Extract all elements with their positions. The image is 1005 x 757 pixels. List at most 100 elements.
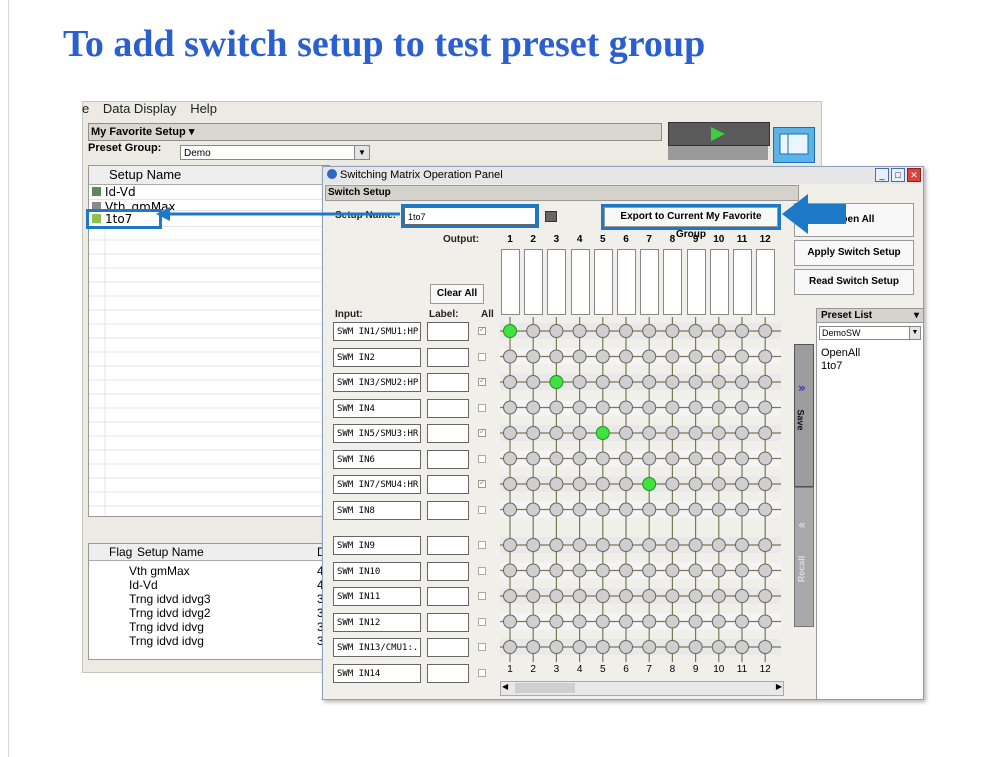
switch-node[interactable] bbox=[595, 375, 610, 389]
all-checkbox[interactable] bbox=[478, 403, 486, 412]
switch-node[interactable] bbox=[758, 538, 773, 552]
view-toggle-icon[interactable] bbox=[773, 127, 815, 163]
stop-button[interactable] bbox=[668, 146, 768, 160]
switch-node[interactable] bbox=[526, 538, 541, 552]
switch-node-connected[interactable] bbox=[642, 477, 657, 491]
switch-node[interactable] bbox=[595, 451, 610, 466]
input-name-field[interactable]: SWM IN2 bbox=[333, 347, 421, 367]
switch-node[interactable] bbox=[735, 589, 749, 603]
switch-node[interactable] bbox=[688, 640, 703, 654]
all-checkbox[interactable] bbox=[478, 566, 486, 575]
switch-node[interactable] bbox=[665, 538, 680, 552]
switch-node[interactable] bbox=[665, 589, 680, 603]
switch-node[interactable] bbox=[711, 477, 726, 491]
switch-node[interactable] bbox=[526, 400, 541, 415]
all-checkbox[interactable] bbox=[478, 617, 486, 626]
switch-node-connected[interactable] bbox=[503, 324, 517, 338]
switch-node[interactable] bbox=[503, 589, 517, 603]
input-name-field[interactable]: SWM IN12 bbox=[333, 612, 421, 632]
switch-node[interactable] bbox=[642, 400, 657, 415]
switch-node[interactable] bbox=[758, 563, 773, 578]
switch-node[interactable] bbox=[665, 477, 680, 491]
switch-node[interactable] bbox=[735, 426, 749, 440]
apply-switch-setup-button[interactable]: Apply Switch Setup bbox=[794, 240, 914, 266]
switch-node[interactable] bbox=[503, 426, 517, 440]
switch-node[interactable] bbox=[711, 589, 726, 603]
switch-node[interactable] bbox=[735, 538, 749, 552]
switch-node[interactable] bbox=[619, 400, 633, 415]
close-icon[interactable]: ✕ bbox=[907, 168, 921, 182]
preset-list-item[interactable]: 1to7 bbox=[821, 360, 842, 372]
input-name-field[interactable]: SWM IN5/SMU3:HR bbox=[333, 424, 421, 443]
switch-node[interactable] bbox=[549, 477, 564, 491]
input-name-field[interactable]: SWM IN14 bbox=[333, 663, 421, 683]
input-label-field[interactable] bbox=[427, 536, 469, 555]
switch-node[interactable] bbox=[688, 349, 703, 364]
switch-node[interactable] bbox=[526, 477, 541, 491]
switch-node[interactable] bbox=[665, 324, 680, 338]
switch-node[interactable] bbox=[642, 614, 657, 629]
input-label-field[interactable] bbox=[427, 587, 469, 606]
switch-node[interactable] bbox=[688, 426, 703, 440]
switch-node[interactable] bbox=[572, 451, 587, 466]
table-row[interactable]: Trng idvd idvg bbox=[129, 634, 204, 648]
switch-node[interactable] bbox=[595, 538, 610, 552]
switch-node[interactable] bbox=[711, 349, 726, 364]
switch-node[interactable] bbox=[595, 563, 610, 578]
switch-node[interactable] bbox=[526, 349, 541, 364]
switch-node[interactable] bbox=[595, 349, 610, 364]
switch-node[interactable] bbox=[688, 324, 703, 338]
scroll-left-icon[interactable]: ◀ bbox=[502, 682, 508, 691]
switch-node[interactable] bbox=[619, 477, 633, 491]
menu-item-help[interactable]: Help bbox=[190, 101, 217, 116]
switch-node[interactable] bbox=[526, 451, 541, 466]
read-switch-setup-button[interactable]: Read Switch Setup bbox=[794, 269, 914, 295]
switch-node-connected[interactable] bbox=[549, 375, 564, 389]
switch-node[interactable] bbox=[665, 375, 680, 389]
switch-node[interactable] bbox=[526, 426, 541, 440]
preset-list-item[interactable]: OpenAll bbox=[821, 347, 860, 359]
switch-node-connected[interactable] bbox=[595, 426, 610, 440]
input-label-field[interactable] bbox=[427, 500, 469, 520]
switch-node[interactable] bbox=[665, 451, 680, 466]
dropdown-arrow-icon[interactable]: ▼ bbox=[909, 327, 920, 339]
switch-node[interactable] bbox=[619, 563, 633, 578]
output-label-field[interactable] bbox=[617, 249, 636, 315]
switch-node[interactable] bbox=[665, 563, 680, 578]
switch-node[interactable] bbox=[619, 426, 633, 440]
switch-node[interactable] bbox=[503, 640, 517, 654]
switch-node[interactable] bbox=[711, 502, 726, 517]
switch-node[interactable] bbox=[549, 614, 564, 629]
all-checkbox[interactable] bbox=[478, 541, 486, 549]
switch-node[interactable] bbox=[503, 400, 517, 415]
switch-node[interactable] bbox=[711, 426, 726, 440]
switch-node[interactable] bbox=[688, 563, 703, 578]
switch-node[interactable] bbox=[735, 477, 749, 491]
all-checkbox[interactable] bbox=[478, 643, 486, 651]
switch-node[interactable] bbox=[549, 324, 564, 338]
switch-node[interactable] bbox=[758, 477, 773, 491]
switch-node[interactable] bbox=[688, 375, 703, 389]
all-checkbox[interactable] bbox=[478, 505, 486, 514]
switch-node[interactable] bbox=[711, 451, 726, 466]
preset-group-select[interactable]: Demo ▼ bbox=[180, 145, 370, 160]
switch-node[interactable] bbox=[572, 640, 587, 654]
switch-node[interactable] bbox=[688, 502, 703, 517]
switch-node[interactable] bbox=[619, 589, 633, 603]
dropdown-arrow-icon[interactable]: ▼ bbox=[354, 146, 369, 159]
switch-node[interactable] bbox=[642, 375, 657, 389]
switch-node[interactable] bbox=[758, 400, 773, 415]
preset-list-header[interactable]: Preset List ▾ bbox=[817, 309, 923, 323]
output-label-field[interactable] bbox=[663, 249, 683, 315]
save-tab[interactable]: » Save bbox=[794, 344, 814, 487]
switch-node[interactable] bbox=[688, 477, 703, 491]
switch-node[interactable] bbox=[665, 502, 680, 517]
table-row[interactable]: Trng idvd idvg2 bbox=[129, 606, 211, 620]
switch-node[interactable] bbox=[711, 324, 726, 338]
switch-node[interactable] bbox=[572, 400, 587, 415]
scrollbar-thumb[interactable] bbox=[515, 683, 575, 693]
switch-node[interactable] bbox=[758, 502, 773, 517]
switch-node[interactable] bbox=[665, 614, 680, 629]
switch-node[interactable] bbox=[572, 502, 587, 517]
switch-node[interactable] bbox=[572, 426, 587, 440]
